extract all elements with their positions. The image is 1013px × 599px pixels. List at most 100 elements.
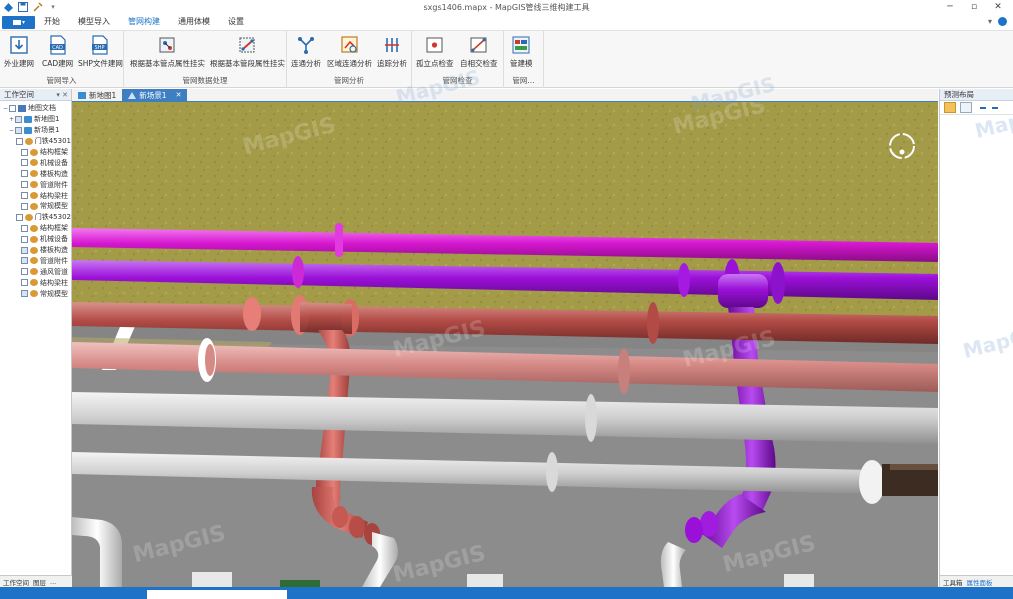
close-button[interactable]: ✕ — [987, 0, 1009, 14]
save-icon[interactable] — [17, 1, 29, 13]
tree-expand-icon[interactable]: − — [2, 105, 9, 112]
tree-node[interactable]: 通风管道 — [0, 266, 71, 277]
pipe-flange[interactable] — [678, 263, 690, 297]
white-fitting[interactable] — [192, 572, 232, 587]
app-logo-icon[interactable] — [2, 1, 14, 13]
qat-dropdown-icon[interactable]: ▾ — [47, 1, 59, 13]
tree-node[interactable]: 常规模型 — [0, 201, 71, 212]
file-menu-button[interactable] — [2, 15, 35, 29]
ribbon-group-data-processing: 根据基本管点属性挂实 根据基本管段属性挂实 管网数据处理 — [124, 31, 287, 88]
pipe-flange[interactable] — [647, 302, 659, 344]
tree-node[interactable]: 管道附件 — [0, 179, 71, 190]
pipe-flange[interactable] — [771, 262, 785, 304]
tab-model-import[interactable]: 模型导入 — [69, 14, 119, 30]
layer-visibility-checkbox[interactable] — [15, 115, 22, 123]
self-intersect-check-button[interactable]: 自相交检查 — [460, 34, 498, 69]
panel-pin-close-icon[interactable]: ▾ ✕ — [56, 89, 68, 101]
layer-visibility-checkbox[interactable] — [15, 137, 23, 145]
pipe-flange[interactable] — [546, 452, 558, 492]
layer-visibility-checkbox[interactable] — [21, 148, 28, 156]
area-connectivity-button[interactable]: 区域连通分析 — [327, 34, 372, 69]
tree-node[interactable]: 楼板构造 — [0, 245, 71, 256]
layer-visibility-checkbox[interactable] — [21, 279, 28, 287]
attach-by-point-attr-button[interactable]: 根据基本管点属性挂实 — [130, 34, 205, 69]
pipe-flange[interactable] — [685, 517, 703, 543]
pipe-flange[interactable] — [618, 348, 630, 394]
tree-node[interactable]: + 新地图1 — [0, 114, 71, 125]
layer-visibility-checkbox[interactable] — [21, 202, 28, 210]
layer-visibility-checkbox[interactable] — [21, 170, 28, 178]
grid-view-icon[interactable] — [960, 102, 972, 113]
pipe-flange[interactable] — [585, 394, 597, 442]
tree-node[interactable]: 管道附件 — [0, 255, 71, 266]
layer-visibility-checkbox[interactable] — [15, 213, 23, 221]
layer-visibility-checkbox[interactable] — [21, 290, 28, 298]
pipe-modeling-button[interactable]: 管建模 — [510, 34, 533, 69]
tools-icon[interactable] — [32, 1, 44, 13]
layer-visibility-checkbox[interactable] — [21, 192, 28, 200]
status-input-field[interactable] — [147, 590, 287, 599]
pipe-flange[interactable] — [335, 223, 343, 257]
pipe-tee-joint[interactable] — [718, 274, 768, 308]
white-fitting[interactable] — [467, 574, 503, 587]
tree-expand-icon[interactable]: − — [8, 127, 15, 134]
tree-node[interactable]: 结构框架 — [0, 147, 71, 158]
pipe-scene[interactable] — [72, 102, 938, 587]
layer-visibility-checkbox[interactable] — [9, 104, 16, 112]
pipe-flange[interactable] — [349, 516, 365, 538]
tree-node[interactable]: − 新场景1 — [0, 125, 71, 136]
trace-analysis-button[interactable]: 追踪分析 — [377, 34, 407, 69]
tree-expand-icon[interactable]: + — [8, 116, 15, 123]
help-arrow-icon[interactable]: ▾ — [988, 17, 992, 26]
scene-3d-view[interactable]: MapGIS MapGIS MapGIS MapGIS MapGIS MapGI… — [72, 102, 938, 587]
layer-visibility-checkbox[interactable] — [15, 126, 22, 134]
restore-button[interactable]: ▫ — [963, 0, 985, 14]
layer-visibility-checkbox[interactable] — [21, 235, 28, 243]
tab-more[interactable]: ... — [50, 578, 56, 586]
tree-node[interactable]: 机械设备 — [0, 157, 71, 168]
tree-node[interactable]: 楼板构造 — [0, 168, 71, 179]
tab-start[interactable]: 开始 — [35, 14, 69, 30]
layer-visibility-checkbox[interactable] — [21, 257, 28, 265]
pipe-flange[interactable] — [859, 460, 885, 504]
minimize-button[interactable]: ─ — [939, 0, 961, 14]
tab-generic-model[interactable]: 通用体模 — [169, 14, 219, 30]
connectivity-analysis-button[interactable]: 连通分析 — [291, 34, 321, 69]
tree-node[interactable]: 结构梁柱 — [0, 190, 71, 201]
shp-build-button[interactable]: SHP SHP文件建网 — [78, 34, 123, 69]
pipe-flange[interactable] — [332, 506, 348, 528]
tab-settings[interactable]: 设置 — [219, 14, 253, 30]
layer-visibility-checkbox[interactable] — [21, 224, 28, 232]
white-fitting[interactable] — [784, 574, 814, 587]
tree-node[interactable]: 结构框架 — [0, 223, 71, 234]
tab-new-map-1[interactable]: 新地图1 — [72, 89, 122, 101]
field-build-button[interactable]: 外业建网 — [4, 34, 34, 69]
layer-visibility-checkbox[interactable] — [21, 159, 28, 167]
cad-build-button[interactable]: CAD CAD建网 — [42, 34, 73, 69]
layer-visibility-checkbox[interactable] — [21, 268, 28, 276]
tree-node[interactable]: 结构梁柱 — [0, 277, 71, 288]
green-pipe-stub[interactable] — [280, 580, 320, 587]
tree-node[interactable]: 常规模型 — [0, 288, 71, 299]
pipe-flange[interactable] — [243, 297, 261, 331]
tab-toolbox[interactable]: 工具箱 — [943, 577, 963, 587]
layer-visibility-checkbox[interactable] — [21, 181, 28, 189]
layer-visibility-checkbox[interactable] — [21, 246, 28, 254]
tab-workspace[interactable]: 工作空间 — [3, 577, 29, 587]
isolated-point-check-button[interactable]: 孤立点检查 — [416, 34, 454, 69]
tab-new-scene-1[interactable]: 新场景1 ✕ — [122, 89, 188, 101]
line-style-icon[interactable] — [980, 106, 998, 109]
attach-by-segment-attr-button[interactable]: 根据基本管段属性挂实 — [210, 34, 285, 69]
pipe-red-section[interactable] — [300, 302, 352, 334]
tree-node[interactable]: − 地图文档 — [0, 103, 71, 114]
tree-node[interactable]: 机械设备 — [0, 234, 71, 245]
user-status-icon[interactable] — [998, 17, 1007, 26]
tree-node[interactable]: 门铁45302 — [0, 212, 71, 223]
pipe-flange[interactable] — [292, 256, 304, 288]
tab-layers[interactable]: 图层 — [33, 577, 46, 587]
tree-node[interactable]: 门铁45301 — [0, 136, 71, 147]
list-view-icon[interactable] — [944, 102, 956, 113]
tab-pipe-network[interactable]: 管网构建 — [119, 14, 169, 30]
tab-properties[interactable]: 属性面板 — [967, 577, 993, 587]
close-tab-icon[interactable]: ✕ — [176, 91, 182, 99]
